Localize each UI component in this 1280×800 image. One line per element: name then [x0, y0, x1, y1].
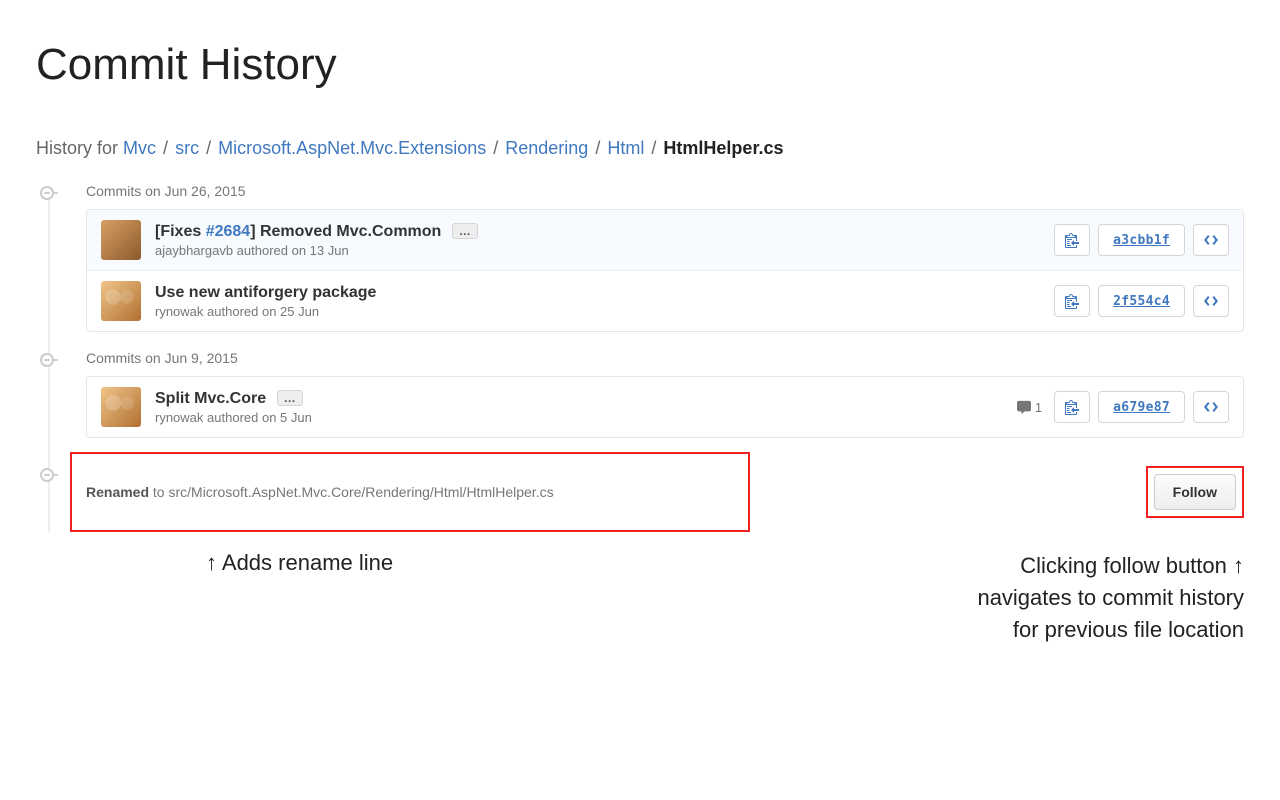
code-icon: [1203, 401, 1219, 413]
comment-icon: [1017, 400, 1031, 414]
avatar[interactable]: [101, 387, 141, 427]
follow-button-wrap: Follow: [1146, 466, 1244, 518]
commit-authored-date: authored on 25 Jun: [203, 304, 319, 319]
commit-group-date: Commits on Jun 9, 2015: [86, 350, 238, 366]
commit-row: Split Mvc.Core … rynowak authored on 5 J…: [87, 377, 1243, 437]
commit-group-date: Commits on Jun 26, 2015: [86, 183, 246, 199]
breadcrumb-link-rendering[interactable]: Rendering: [505, 138, 588, 158]
clipboard-icon: [1065, 399, 1079, 415]
avatar[interactable]: [101, 281, 141, 321]
commit-main: Split Mvc.Core … rynowak authored on 5 J…: [155, 390, 1017, 425]
commit-authored-date: authored on 5 Jun: [203, 410, 311, 425]
commit-row: Use new antiforgery package rynowak auth…: [87, 270, 1243, 331]
code-icon: [1203, 234, 1219, 246]
rename-text: Renamed to src/Microsoft.AspNet.Mvc.Core…: [86, 484, 554, 500]
expand-message-button[interactable]: …: [277, 390, 303, 406]
rename-row: Renamed to src/Microsoft.AspNet.Mvc.Core…: [86, 452, 1244, 532]
breadcrumb-current: HtmlHelper.cs: [663, 138, 783, 158]
breadcrumb-sep: /: [161, 138, 170, 158]
commit-sha-link[interactable]: 2f554c4: [1098, 285, 1185, 317]
commit-meta: ajaybhargavb authored on 13 Jun: [155, 243, 1054, 258]
breadcrumb-link-html[interactable]: Html: [607, 138, 644, 158]
breadcrumb-link-mvc[interactable]: Mvc: [123, 138, 156, 158]
commit-main: [Fixes #2684] Removed Mvc.Common … ajayb…: [155, 223, 1054, 258]
commit-row: [Fixes #2684] Removed Mvc.Common … ajayb…: [87, 210, 1243, 270]
commit-actions: 2f554c4: [1054, 285, 1229, 317]
rename-label: Renamed: [86, 484, 149, 500]
avatar[interactable]: [101, 220, 141, 260]
commit-meta: rynowak authored on 25 Jun: [155, 304, 1054, 319]
expand-message-button[interactable]: …: [452, 223, 478, 239]
commit-list: Split Mvc.Core … rynowak authored on 5 J…: [86, 376, 1244, 438]
comment-count-value: 1: [1035, 400, 1042, 415]
commit-title-suffix: Use new antiforgery package: [155, 284, 376, 301]
timeline-marker-icon: [40, 353, 54, 367]
annotation-right-line: navigates to commit history: [977, 582, 1244, 614]
breadcrumb-prefix: History for: [36, 138, 118, 158]
clipboard-icon: [1065, 232, 1079, 248]
annotation-right: Clicking follow button ↑ navigates to co…: [977, 550, 1244, 646]
commit-author[interactable]: ajaybhargavb: [155, 243, 233, 258]
commit-main: Use new antiforgery package rynowak auth…: [155, 284, 1054, 319]
breadcrumb: History for Mvc / src / Microsoft.AspNet…: [36, 138, 1244, 159]
issue-link[interactable]: #2684: [206, 223, 251, 240]
copy-sha-button[interactable]: [1054, 224, 1090, 256]
breadcrumb-sep: /: [491, 138, 500, 158]
breadcrumb-sep: /: [593, 138, 602, 158]
commit-title[interactable]: Use new antiforgery package: [155, 284, 1054, 302]
commit-timeline: Commits on Jun 26, 2015 [Fixes #2684] Re…: [36, 183, 1244, 532]
commit-group-header: Commits on Jun 26, 2015: [86, 183, 1244, 199]
commit-authored-date: authored on 13 Jun: [233, 243, 349, 258]
commit-list: [Fixes #2684] Removed Mvc.Common … ajayb…: [86, 209, 1244, 332]
commit-sha-link[interactable]: a3cbb1f: [1098, 224, 1185, 256]
commit-actions: a3cbb1f: [1054, 224, 1229, 256]
annotation-left: ↑ Adds rename line: [206, 550, 393, 646]
follow-button[interactable]: Follow: [1154, 474, 1236, 510]
commit-actions: 1 a679e87: [1017, 391, 1229, 423]
clipboard-icon: [1065, 293, 1079, 309]
rename-path: to src/Microsoft.AspNet.Mvc.Core/Renderi…: [149, 484, 554, 500]
annotation-right-line: for previous file location: [977, 614, 1244, 646]
page-title: Commit History: [36, 40, 1244, 90]
browse-code-button[interactable]: [1193, 391, 1229, 423]
commit-title-suffix: Split Mvc.Core: [155, 390, 266, 407]
commit-title[interactable]: [Fixes #2684] Removed Mvc.Common …: [155, 223, 1054, 241]
browse-code-button[interactable]: [1193, 285, 1229, 317]
breadcrumb-link-src[interactable]: src: [175, 138, 199, 158]
commit-sha-link[interactable]: a679e87: [1098, 391, 1185, 423]
annotation-row: ↑ Adds rename line Clicking follow butto…: [36, 550, 1244, 646]
annotation-right-line: Clicking follow button ↑: [977, 550, 1244, 582]
code-icon: [1203, 295, 1219, 307]
breadcrumb-sep: /: [649, 138, 658, 158]
commit-title-prefix: [Fixes: [155, 223, 206, 240]
copy-sha-button[interactable]: [1054, 391, 1090, 423]
timeline-marker-icon: [40, 468, 54, 482]
browse-code-button[interactable]: [1193, 224, 1229, 256]
commit-title[interactable]: Split Mvc.Core …: [155, 390, 1017, 408]
commit-title-suffix: ] Removed Mvc.Common: [250, 223, 441, 240]
commit-author[interactable]: rynowak: [155, 304, 203, 319]
breadcrumb-link-extensions[interactable]: Microsoft.AspNet.Mvc.Extensions: [218, 138, 486, 158]
breadcrumb-sep: /: [204, 138, 213, 158]
commit-author[interactable]: rynowak: [155, 410, 203, 425]
comment-count[interactable]: 1: [1017, 400, 1042, 415]
commit-meta: rynowak authored on 5 Jun: [155, 410, 1017, 425]
timeline-marker-icon: [40, 186, 54, 200]
copy-sha-button[interactable]: [1054, 285, 1090, 317]
commit-group-header: Commits on Jun 9, 2015: [86, 350, 1244, 366]
